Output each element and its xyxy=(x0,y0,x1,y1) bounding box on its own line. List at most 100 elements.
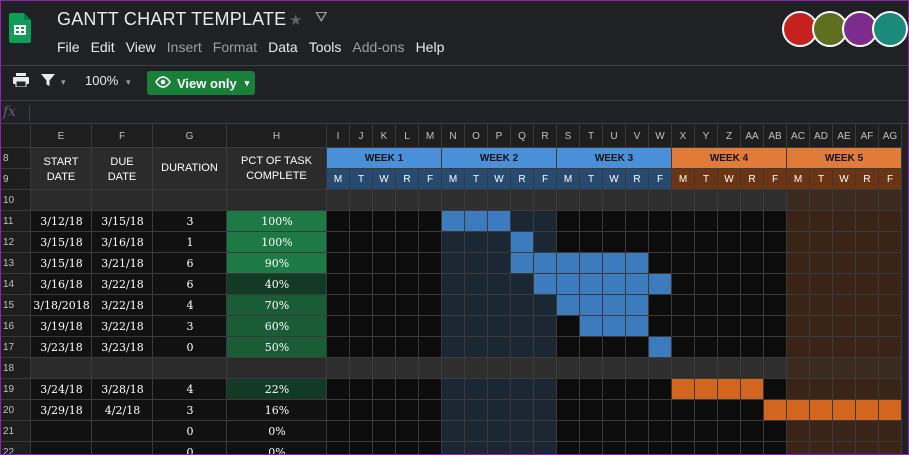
grid-cell[interactable] xyxy=(488,253,511,274)
grid-cell[interactable] xyxy=(511,316,534,337)
grid-cell[interactable] xyxy=(327,190,350,211)
grid-cell[interactable] xyxy=(856,379,879,400)
grid-cell[interactable] xyxy=(327,274,350,295)
grid-cell[interactable] xyxy=(511,400,534,421)
grid-cell[interactable] xyxy=(442,379,465,400)
row-header-16[interactable]: 16 xyxy=(1,316,31,337)
grid-cell[interactable] xyxy=(488,190,511,211)
grid-cell[interactable] xyxy=(833,358,856,379)
grid-cell[interactable] xyxy=(488,379,511,400)
grid-cell[interactable] xyxy=(373,211,396,232)
grid-cell[interactable] xyxy=(534,358,557,379)
grid-cell[interactable] xyxy=(672,274,695,295)
grid-cell[interactable] xyxy=(373,442,396,454)
grid-cell[interactable] xyxy=(672,337,695,358)
grid-cell[interactable] xyxy=(465,337,488,358)
grid-cell[interactable] xyxy=(327,379,350,400)
grid-cell[interactable] xyxy=(442,421,465,442)
grid-cell[interactable] xyxy=(419,211,442,232)
grid-cell[interactable] xyxy=(856,442,879,454)
grid-cell[interactable] xyxy=(833,295,856,316)
grid-cell[interactable] xyxy=(603,400,626,421)
grid-cell[interactable] xyxy=(787,379,810,400)
menu-file[interactable]: File xyxy=(57,39,80,55)
grid-cell[interactable] xyxy=(327,295,350,316)
grid-cell[interactable] xyxy=(396,358,419,379)
grid-cell[interactable] xyxy=(557,358,580,379)
move-to-drive-icon[interactable]: ⛛ xyxy=(315,9,328,26)
gantt-bar-segment[interactable] xyxy=(511,232,534,253)
grid-cell[interactable] xyxy=(373,400,396,421)
grid-cell[interactable] xyxy=(580,232,603,253)
menu-help[interactable]: Help xyxy=(416,39,445,55)
grid-cell[interactable] xyxy=(879,295,902,316)
grid-cell[interactable] xyxy=(879,190,902,211)
grid-cell[interactable] xyxy=(511,421,534,442)
grid-cell[interactable] xyxy=(465,232,488,253)
menu-add-ons[interactable]: Add-ons xyxy=(352,39,404,55)
gantt-bar-segment[interactable] xyxy=(764,400,787,421)
grid-cell[interactable] xyxy=(465,190,488,211)
menu-tools[interactable]: Tools xyxy=(309,39,342,55)
column-header-n[interactable]: N xyxy=(442,125,465,148)
print-icon[interactable] xyxy=(13,73,29,90)
gantt-bar-segment[interactable] xyxy=(442,211,465,232)
grid-cell[interactable] xyxy=(833,421,856,442)
grid-cell[interactable] xyxy=(488,442,511,454)
grid-cell[interactable] xyxy=(350,253,373,274)
grid-cell[interactable] xyxy=(327,400,350,421)
column-header-v[interactable]: V xyxy=(626,125,649,148)
grid-cell[interactable] xyxy=(879,274,902,295)
row-header-8[interactable]: 8 xyxy=(1,148,31,169)
grid-cell[interactable] xyxy=(741,421,764,442)
grid-cell[interactable] xyxy=(419,337,442,358)
row-header-19[interactable]: 19 xyxy=(1,379,31,400)
row-header-9[interactable]: 9 xyxy=(1,169,31,190)
grid-cell[interactable] xyxy=(672,232,695,253)
grid-cell[interactable] xyxy=(442,274,465,295)
grid-cell[interactable] xyxy=(373,295,396,316)
grid-cell[interactable] xyxy=(672,358,695,379)
gantt-bar-segment[interactable] xyxy=(718,379,741,400)
row-header-20[interactable]: 20 xyxy=(1,400,31,421)
grid-cell[interactable] xyxy=(741,400,764,421)
grid-cell[interactable] xyxy=(465,379,488,400)
grid-cell[interactable] xyxy=(718,400,741,421)
gantt-bar-segment[interactable] xyxy=(810,400,833,421)
row-header-13[interactable]: 13 xyxy=(1,253,31,274)
grid-cell[interactable] xyxy=(557,232,580,253)
grid-cell[interactable] xyxy=(856,316,879,337)
grid-cell[interactable] xyxy=(626,337,649,358)
row-header-21[interactable]: 21 xyxy=(1,421,31,442)
gantt-bar-segment[interactable] xyxy=(741,379,764,400)
grid-cell[interactable] xyxy=(534,295,557,316)
grid-cell[interactable] xyxy=(695,421,718,442)
row-header-17[interactable]: 17 xyxy=(1,337,31,358)
column-header-j[interactable]: J xyxy=(350,125,373,148)
gantt-bar-segment[interactable] xyxy=(488,211,511,232)
grid-cell[interactable] xyxy=(31,190,92,211)
gantt-bar-segment[interactable] xyxy=(626,316,649,337)
column-header-ac[interactable]: AC xyxy=(787,125,810,148)
grid-cell[interactable] xyxy=(649,190,672,211)
gantt-bar-segment[interactable] xyxy=(580,274,603,295)
gantt-bar-segment[interactable] xyxy=(580,316,603,337)
grid-cell[interactable] xyxy=(672,400,695,421)
grid-cell[interactable] xyxy=(419,232,442,253)
grid-cell[interactable] xyxy=(695,337,718,358)
grid-cell[interactable] xyxy=(442,295,465,316)
column-header-q[interactable]: Q xyxy=(511,125,534,148)
grid-cell[interactable] xyxy=(603,190,626,211)
grid-cell[interactable] xyxy=(603,358,626,379)
grid-cell[interactable] xyxy=(557,379,580,400)
grid-cell[interactable] xyxy=(649,253,672,274)
grid-cell[interactable] xyxy=(603,211,626,232)
grid-cell[interactable] xyxy=(557,442,580,454)
grid-cell[interactable] xyxy=(764,358,787,379)
grid-cell[interactable] xyxy=(856,211,879,232)
grid-cell[interactable] xyxy=(534,190,557,211)
grid-cell[interactable] xyxy=(764,379,787,400)
grid-cell[interactable] xyxy=(833,232,856,253)
grid-cell[interactable] xyxy=(695,253,718,274)
grid-cell[interactable] xyxy=(557,211,580,232)
